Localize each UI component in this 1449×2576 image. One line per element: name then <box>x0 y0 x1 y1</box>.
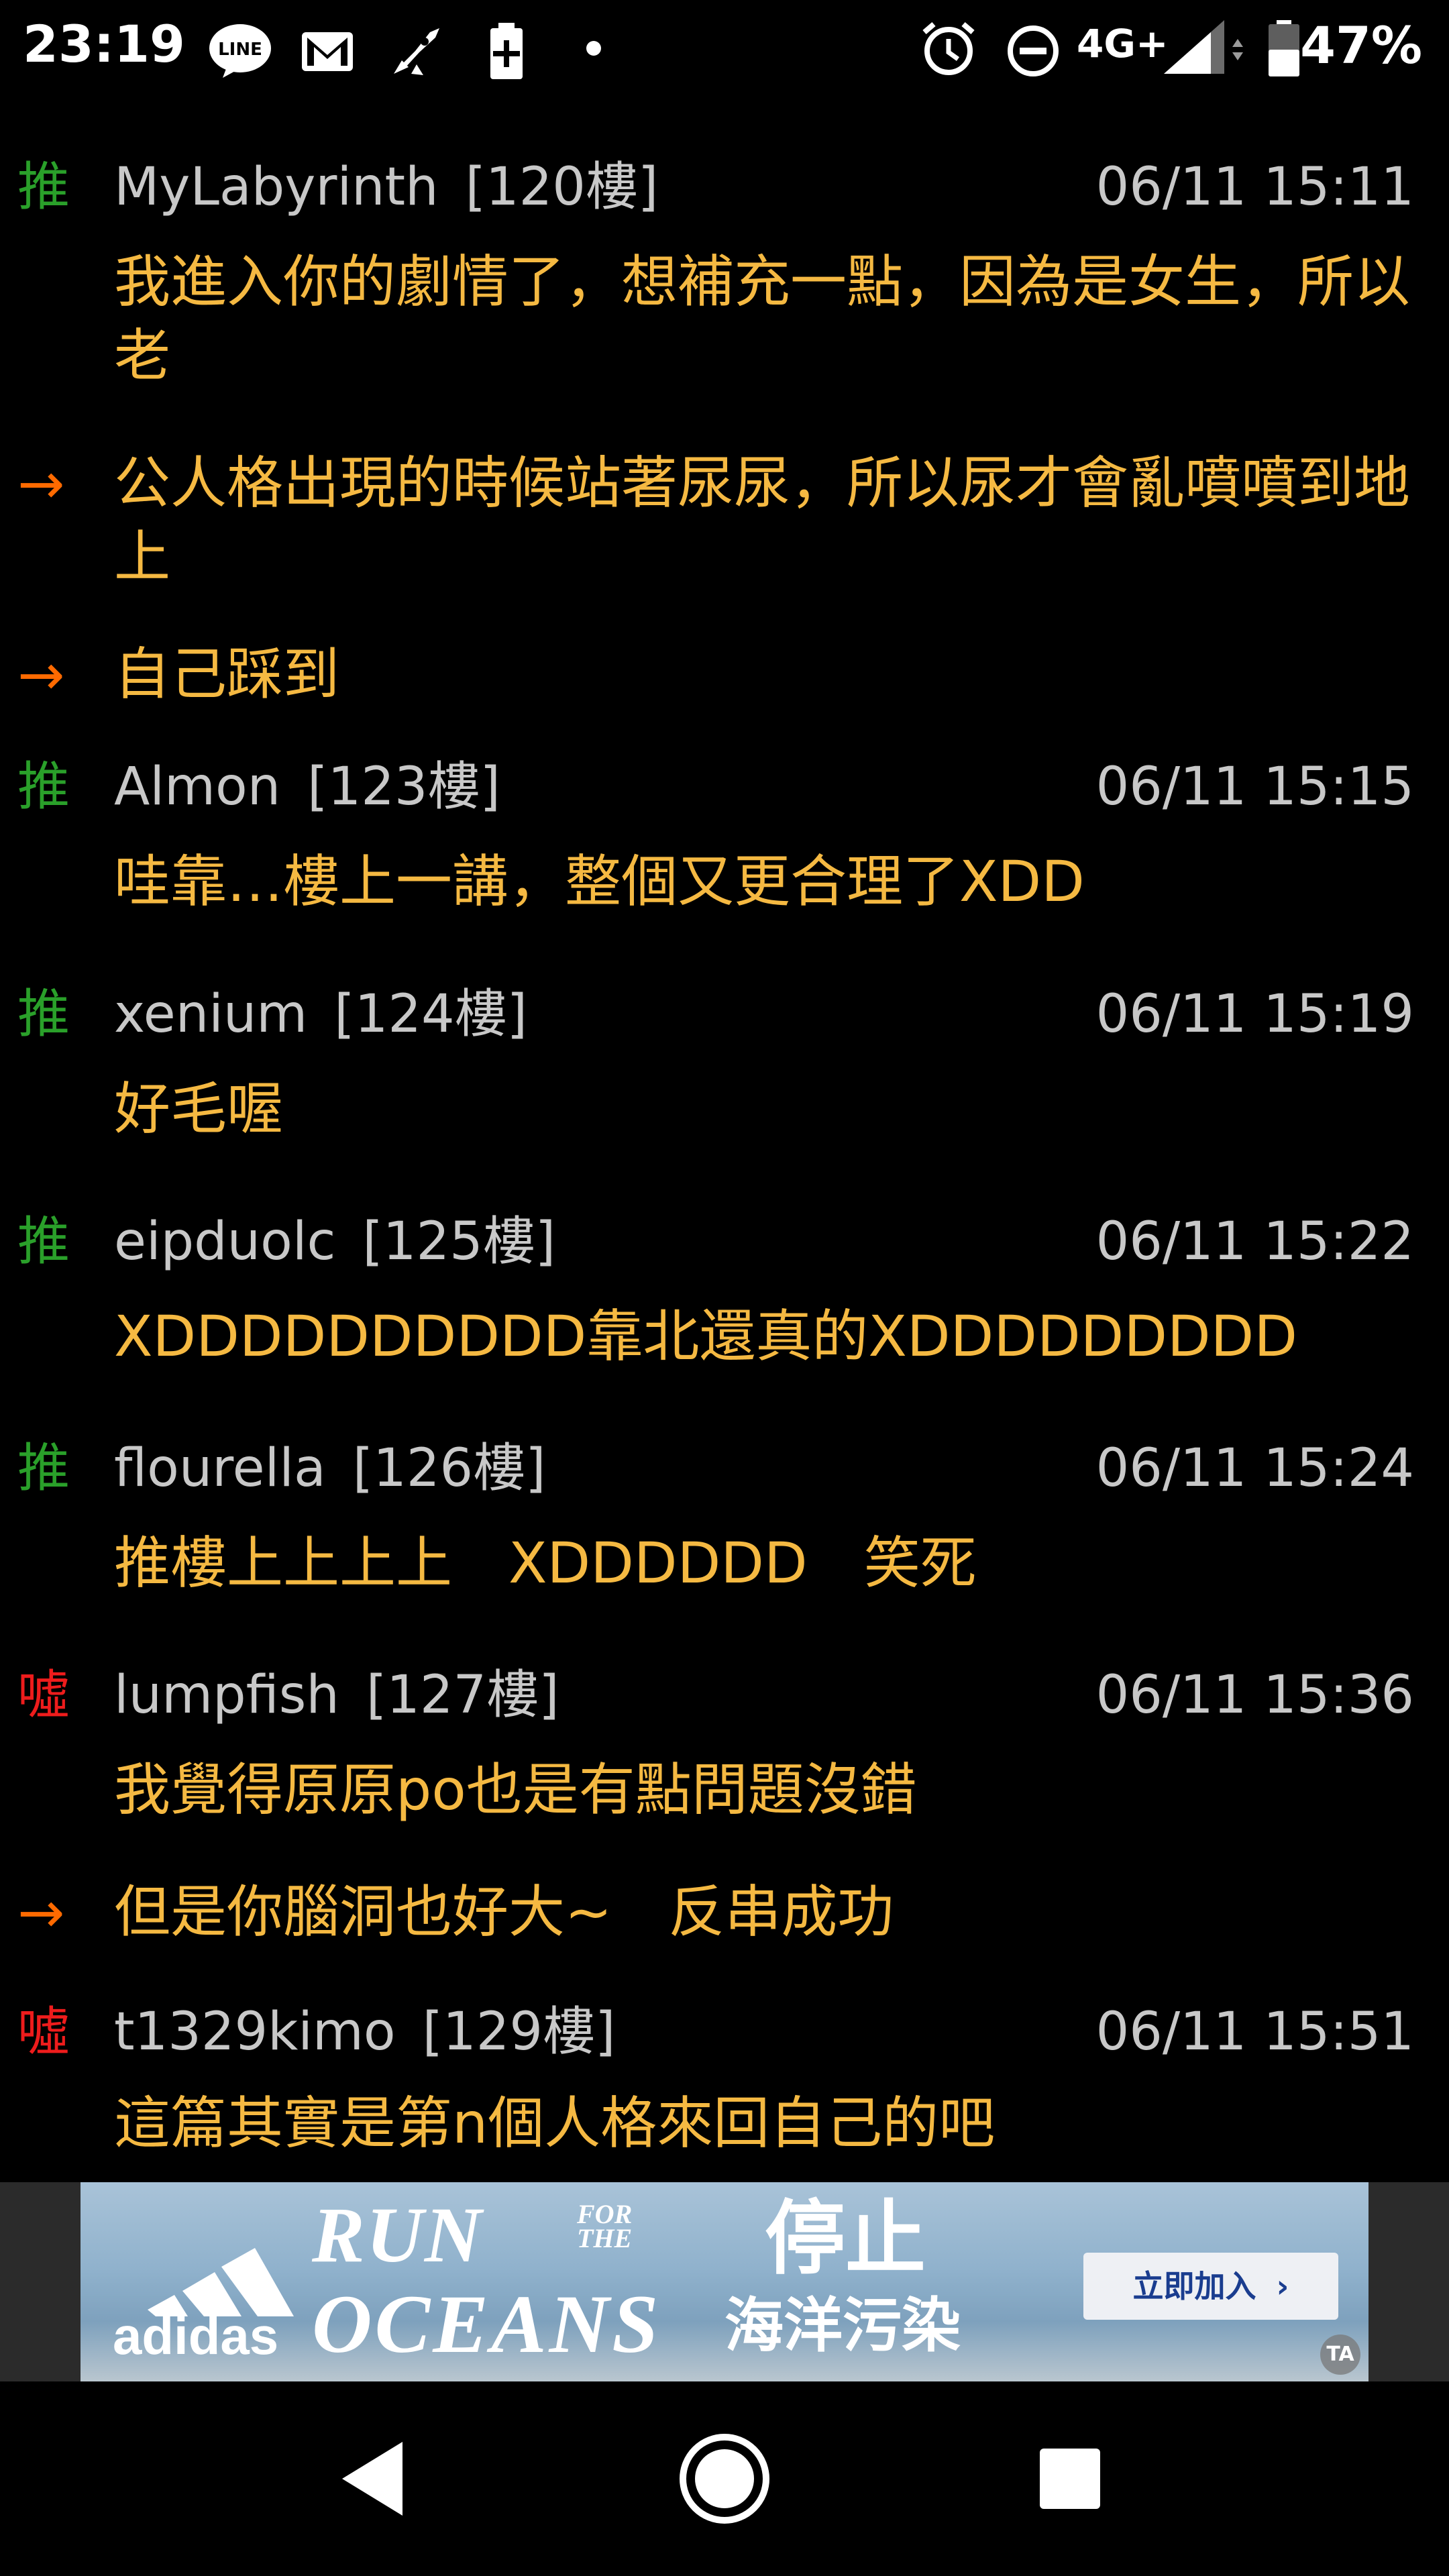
ad-banner[interactable]: adidas RUN FOR THE OCEANS 停止 海洋污染 立即加入 › … <box>80 2182 1368 2381</box>
navigation-bar <box>0 2381 1449 2576</box>
floor-number: [120樓] <box>465 157 659 217</box>
dot-icon <box>586 41 601 56</box>
comment-user[interactable]: lumpfish [127樓] <box>114 1669 559 1721</box>
chevron-right-icon: › <box>1276 2268 1289 2304</box>
svg-text:LINE: LINE <box>218 40 262 60</box>
ad-for-the-text: FOR THE <box>577 2199 633 2253</box>
ad-run-text: RUN <box>312 2191 484 2279</box>
username[interactable]: t1329kimo <box>114 2002 396 2062</box>
comment-list[interactable]: 推 MyLabyrinth [120樓] 06/11 15:11 我進入你的劇情了… <box>0 101 1449 2182</box>
back-icon[interactable] <box>322 2422 436 2536</box>
status-time: 23:19 <box>23 14 185 74</box>
battery-saver-icon <box>490 23 523 79</box>
username[interactable]: flourella <box>114 1438 326 1499</box>
comment-user[interactable]: flourella [126樓] <box>114 1442 546 1495</box>
rocket-icon <box>394 28 439 75</box>
comment-time: 06/11 15:11 <box>1095 157 1414 217</box>
ad-join-button[interactable]: 立即加入 › <box>1083 2253 1338 2320</box>
gmail-icon <box>302 32 353 71</box>
push-tag: 推 <box>17 157 70 217</box>
battery-icon <box>1269 20 1299 76</box>
push-tag: 推 <box>17 1438 70 1499</box>
comment-message: XDDDDDDDDDD靠北還真的XDDDDDDDDD <box>114 1303 1298 1369</box>
push-tag: 推 <box>17 757 70 817</box>
comment-time: 06/11 15:19 <box>1095 984 1414 1044</box>
username[interactable]: eipduolc <box>114 1212 335 1272</box>
boo-tag: 噓 <box>17 1665 70 1725</box>
comment-time: 06/11 15:22 <box>1095 1212 1414 1272</box>
comment-message: 我覺得原原po也是有點問題沒錯 <box>114 1757 917 1823</box>
comment-user[interactable]: Almon [123樓] <box>114 761 500 813</box>
comment-user[interactable]: eipduolc [125樓] <box>114 1216 555 1268</box>
line-icon: LINE <box>209 24 271 78</box>
floor-number: [127樓] <box>366 1665 559 1725</box>
comment-message: 好毛喔 <box>114 1076 284 1142</box>
username[interactable]: xenium <box>114 984 307 1044</box>
status-icons-left-group <box>922 21 1059 76</box>
battery-percent: 47% <box>1300 15 1422 75</box>
arrow-tag: → <box>17 1880 65 1945</box>
floor-number: [125樓] <box>362 1212 556 1272</box>
ad-strip: adidas RUN FOR THE OCEANS 停止 海洋污染 立即加入 › … <box>0 2182 1449 2381</box>
alarm-icon <box>922 21 975 75</box>
comment-time: 06/11 15:36 <box>1095 1665 1414 1725</box>
home-icon[interactable] <box>667 2422 782 2536</box>
username[interactable]: lumpfish <box>114 1665 339 1725</box>
notification-icons: LINE <box>209 23 601 79</box>
username[interactable]: Almon <box>114 757 280 817</box>
signal-icon <box>1164 20 1243 74</box>
floor-number: [126樓] <box>352 1438 546 1499</box>
ad-badge[interactable]: TA <box>1320 2334 1360 2375</box>
ad-brand: adidas <box>113 2306 279 2365</box>
comment-user[interactable]: xenium [124樓] <box>114 988 527 1040</box>
username[interactable]: MyLabyrinth <box>114 157 439 217</box>
boo-tag: 噓 <box>17 2002 70 2062</box>
comment-message: 這篇其實是第n個人格來回自己的吧 <box>114 2090 996 2156</box>
comment-message: 自己踩到 <box>114 641 340 707</box>
comment-message: 我進入你的劇情了，想補充一點，因為是女生，所以老 <box>114 249 1411 388</box>
comment-message: 但是你腦洞也好大~ 反串成功 <box>114 1879 894 1945</box>
ad-join-label: 立即加入 <box>1132 2268 1256 2304</box>
comment-time: 06/11 15:15 <box>1095 757 1414 817</box>
arrow-tag: → <box>17 642 65 708</box>
recents-icon[interactable] <box>1013 2422 1127 2536</box>
ad-stop-text: 停止 <box>765 2192 926 2286</box>
floor-number: [123樓] <box>307 757 500 817</box>
floor-number: [129樓] <box>422 2002 616 2062</box>
comment-user[interactable]: t1329kimo [129樓] <box>114 2006 615 2058</box>
floor-number: [124樓] <box>334 984 528 1044</box>
comment-message: 哇靠…樓上一講，整個又更合理了XDD <box>114 849 1085 914</box>
push-tag: 推 <box>17 1212 70 1272</box>
comment-user[interactable]: MyLabyrinth [120樓] <box>114 161 658 213</box>
push-tag: 推 <box>17 984 70 1044</box>
comment-time: 06/11 15:24 <box>1095 1438 1414 1499</box>
comment-message: 推樓上上上上 XDDDDDD 笑死 <box>114 1530 977 1596</box>
do-not-disturb-icon <box>1008 25 1059 76</box>
status-bar: 23:19 LINE 4G+ 47% <box>0 0 1449 101</box>
comment-message: 公人格出現的時候站著尿尿，所以尿才會亂噴噴到地上 <box>114 450 1411 590</box>
comment-time: 06/11 15:51 <box>1095 2002 1414 2062</box>
arrow-tag: → <box>17 451 65 517</box>
network-type: 4G+ <box>1077 21 1169 66</box>
ad-ocean-pollution-text: 海洋污染 <box>724 2291 961 2360</box>
ad-oceans-text: OCEANS <box>312 2278 661 2370</box>
